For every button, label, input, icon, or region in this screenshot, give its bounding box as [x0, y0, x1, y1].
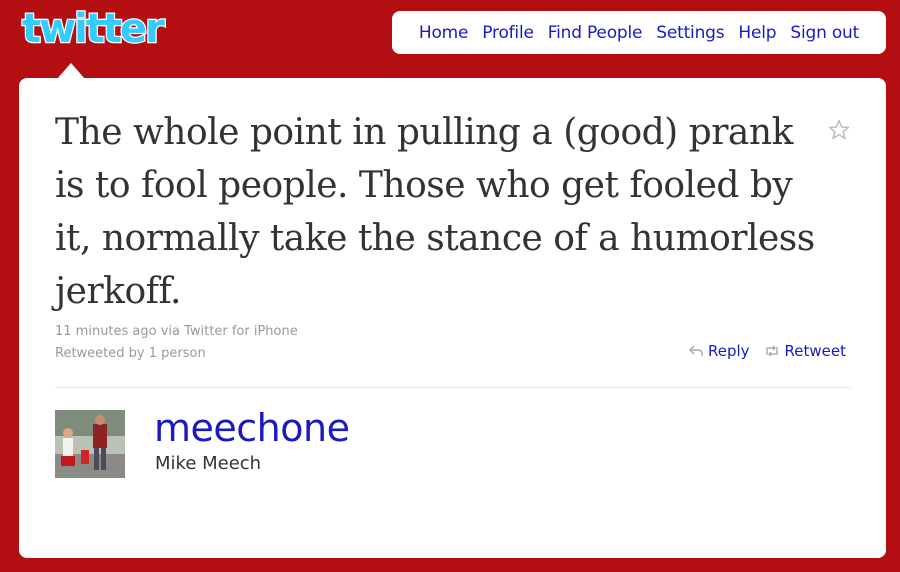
tweet-text: The whole point in pulling a (good) pran… — [55, 112, 815, 312]
tweet-actions: Reply Retweet — [689, 342, 846, 360]
retweeted-by[interactable]: Retweeted by 1 person — [55, 343, 298, 365]
top-nav: Home Profile Find People Settings Help S… — [392, 11, 886, 54]
nav-home-link[interactable]: Home — [419, 23, 469, 43]
nav-settings-link[interactable]: Settings — [656, 23, 724, 43]
card-pointer — [57, 63, 85, 79]
tweet-meta: 11 minutes ago via Twitter for iPhone Re… — [55, 321, 298, 365]
retweet-icon — [765, 345, 778, 357]
retweet-label: Retweet — [784, 342, 847, 360]
divider — [55, 387, 851, 388]
twitter-logo-text: twitter — [22, 6, 165, 52]
tweet-card: The whole point in pulling a (good) pran… — [19, 78, 886, 558]
avatar[interactable] — [55, 410, 125, 478]
nav-profile-link[interactable]: Profile — [482, 23, 534, 43]
twitter-logo[interactable]: twitter — [18, 2, 193, 54]
star-icon[interactable] — [827, 118, 851, 142]
tweet-timestamp[interactable]: 11 minutes ago via Twitter for iPhone — [55, 321, 298, 343]
nav-help-link[interactable]: Help — [738, 23, 776, 43]
reply-label: Reply — [708, 342, 750, 360]
retweet-button[interactable]: Retweet — [764, 342, 846, 360]
reply-button[interactable]: Reply — [689, 342, 750, 360]
nav-sign-out-link[interactable]: Sign out — [790, 23, 859, 43]
user-full-name: Mike Meech — [155, 453, 262, 474]
user-handle-link[interactable]: meechone — [154, 406, 350, 450]
reply-icon — [689, 345, 703, 356]
nav-find-people-link[interactable]: Find People — [548, 23, 643, 43]
